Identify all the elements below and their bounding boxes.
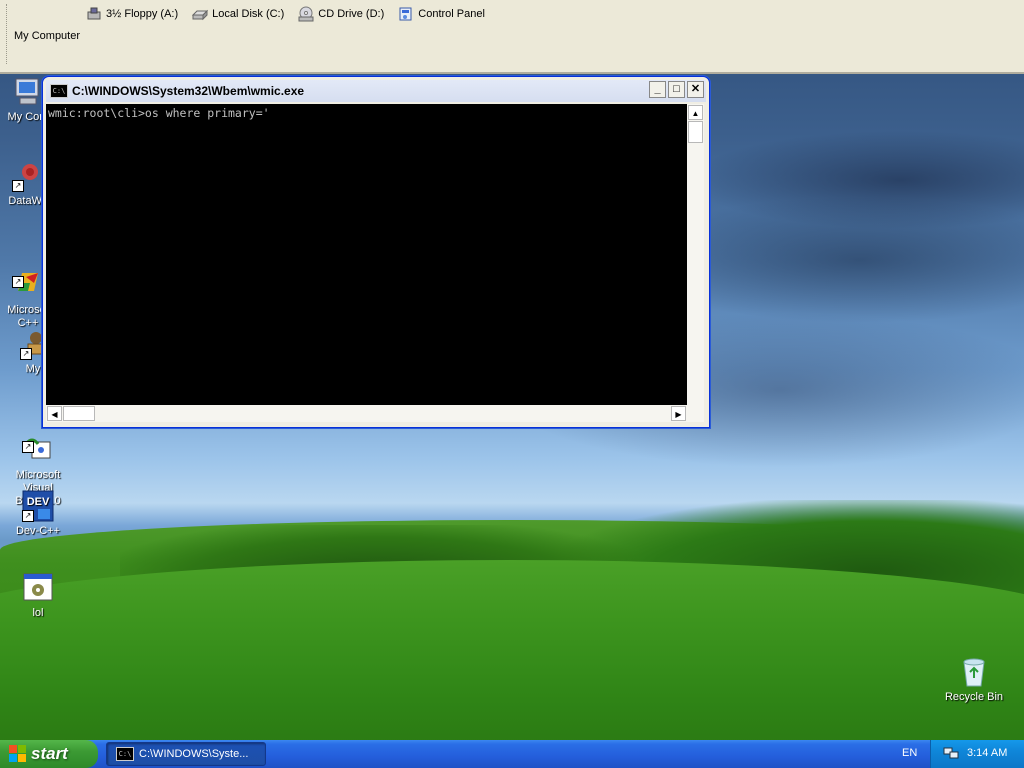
taskbar-item-label: C:\WINDOWS\Syste... (139, 748, 249, 760)
system-tray: 3:14 AM (930, 740, 1024, 768)
drive-label: 3½ Floppy (A:) (106, 8, 179, 20)
desktop-icon-label: Dev-C++ (15, 525, 61, 537)
drive-label: Control Panel (418, 8, 485, 20)
horizontal-scrollbar[interactable]: ◀ ▶ (46, 405, 687, 422)
desktop-icon-label: lol (32, 607, 44, 619)
window-controls: _ □ ✕ (649, 81, 704, 98)
svg-text:DEV: DEV (27, 496, 50, 508)
drive-list: 3½ Floppy (A:) Local Disk (C:) CD Drive … (86, 6, 485, 22)
desktop-icon-lol[interactable]: lol (0, 572, 76, 620)
my-computer-icon (12, 76, 44, 108)
console-app-icon: C:\ (116, 747, 134, 761)
drive-label: Local Disk (C:) (212, 8, 285, 20)
minimize-button[interactable]: _ (649, 81, 666, 98)
shortcut-arrow-icon: ↗ (12, 276, 24, 288)
maximize-button[interactable]: □ (668, 81, 685, 98)
vertical-scrollbar[interactable]: ▲ (687, 104, 704, 405)
my-computer-panel: 3½ Floppy (A:) Local Disk (C:) CD Drive … (0, 0, 1024, 74)
clock[interactable]: 3:14 AM (967, 747, 1007, 759)
scroll-right-button[interactable]: ▶ (671, 406, 686, 421)
resize-grip[interactable] (687, 405, 704, 422)
windows-logo-icon (9, 745, 27, 763)
visual-cpp-icon: ↗ (12, 256, 44, 291)
datawarehouse-icon: ↗ (12, 160, 44, 192)
close-button[interactable]: ✕ (687, 81, 704, 98)
drive-cd[interactable]: CD Drive (D:) (298, 6, 384, 22)
shortcut-arrow-icon: ↗ (12, 180, 24, 192)
network-icon[interactable] (943, 746, 959, 760)
taskbar: start C:\ C:\WINDOWS\Syste... EN 3:14 AM (0, 740, 1024, 768)
scroll-left-button[interactable]: ◀ (47, 406, 62, 421)
vertical-scroll-thumb[interactable] (688, 121, 703, 143)
shortcut-arrow-icon: ↗ (22, 510, 34, 522)
panel-title: My Computer (14, 30, 81, 42)
console-output[interactable]: wmic:root\cli>os where primary=' (46, 104, 687, 405)
cd-drive-icon (298, 6, 314, 22)
console-app-icon: C:\ (50, 84, 68, 98)
start-label: start (31, 744, 68, 763)
language-indicator[interactable]: EN (902, 747, 917, 759)
drive-floppy[interactable]: 3½ Floppy (A:) (86, 6, 178, 22)
control-panel-link[interactable]: Control Panel (398, 6, 485, 22)
drive-label: CD Drive (D:) (318, 8, 385, 20)
horizontal-scroll-thumb[interactable] (63, 406, 95, 421)
shortcut-arrow-icon: ↗ (22, 441, 34, 453)
recycle-bin-icon (958, 656, 990, 688)
desktop-icon-label: Recycle Bin (944, 691, 1004, 703)
start-button[interactable]: start (0, 740, 98, 768)
panel-grip[interactable] (6, 4, 9, 64)
dev-cpp-icon: DEV ↗ (22, 490, 54, 522)
hills-front (0, 560, 1024, 740)
window-titlebar[interactable]: C:\ C:\WINDOWS\System32\Wbem\wmic.exe _ … (46, 80, 706, 102)
drive-local-disk[interactable]: Local Disk (C:) (191, 6, 285, 22)
control-panel-icon (398, 6, 414, 22)
batch-file-icon (22, 572, 54, 604)
hard-disk-icon (191, 6, 209, 22)
console-window[interactable]: C:\ C:\WINDOWS\System32\Wbem\wmic.exe _ … (42, 76, 710, 428)
desktop-icon-dev-cpp[interactable]: DEV ↗ Dev-C++ (0, 490, 76, 538)
shortcut-arrow-icon: ↗ (20, 348, 32, 360)
taskbar-item-console[interactable]: C:\ C:\WINDOWS\Syste... (106, 742, 266, 766)
floppy-drive-icon (86, 6, 102, 22)
window-title: C:\WINDOWS\System32\Wbem\wmic.exe (72, 84, 305, 98)
desktop-icon-recycle-bin[interactable]: Recycle Bin (936, 656, 1012, 704)
scroll-up-button[interactable]: ▲ (688, 105, 703, 120)
